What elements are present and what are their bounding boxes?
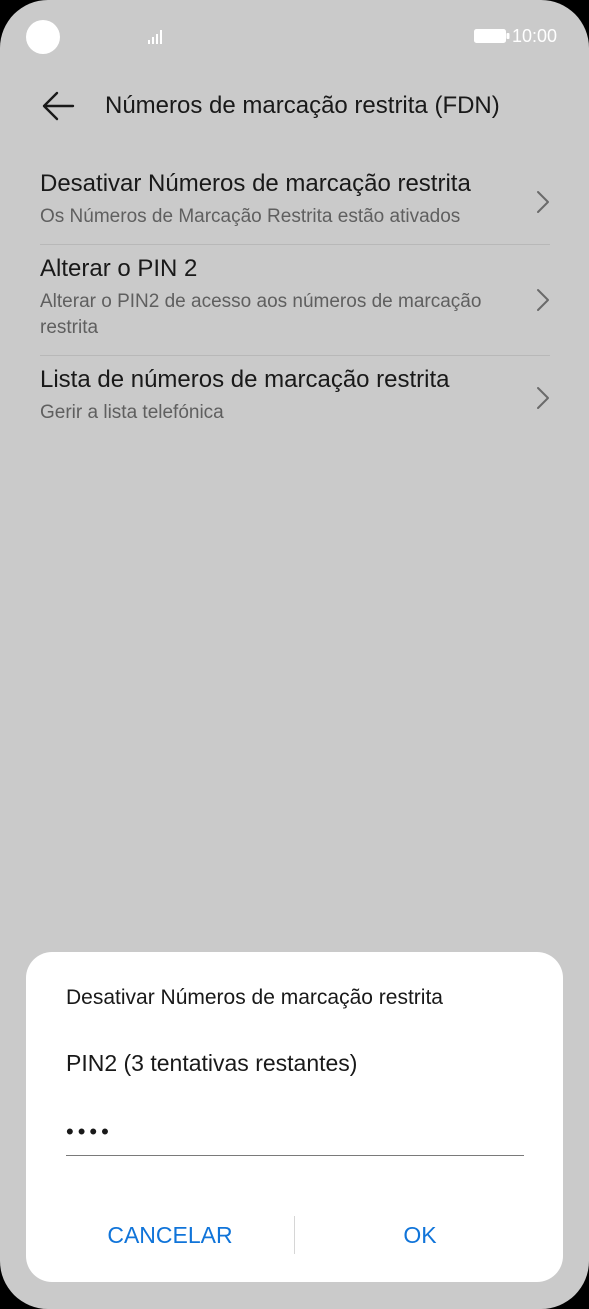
signal-icon bbox=[148, 30, 162, 44]
list-item-subtitle: Alterar o PIN2 de acesso aos números de … bbox=[40, 291, 482, 338]
arrow-left-icon bbox=[42, 91, 75, 121]
pin2-dialog: Desativar Números de marcação restrita P… bbox=[26, 952, 563, 1282]
pin2-label: PIN2 (3 tentativas restantes) bbox=[66, 1050, 358, 1076]
dialog-actions: CANCELAR OK bbox=[26, 1208, 563, 1262]
battery-icon bbox=[474, 29, 510, 43]
list-item-title: Lista de números de marcação restrita bbox=[40, 366, 450, 393]
chevron-right-icon bbox=[537, 387, 549, 409]
dialog-title: Desativar Números de marcação restrita bbox=[66, 986, 443, 1009]
list-item-title: Alterar o PIN 2 bbox=[40, 255, 198, 282]
settings-list: Desativar Números de marcação restrita O… bbox=[40, 160, 550, 440]
phone-screen: 10:00 Números de marcação restrita (FDN)… bbox=[0, 0, 589, 1309]
status-time: 10:00 bbox=[512, 26, 558, 46]
list-item-disable-fdn[interactable]: Desativar Números de marcação restrita O… bbox=[40, 160, 550, 245]
back-button[interactable] bbox=[36, 86, 80, 126]
list-item-subtitle: Os Números de Marcação Restrita estão at… bbox=[40, 206, 461, 227]
chevron-right-icon bbox=[537, 289, 549, 311]
list-item-title: Desativar Números de marcação restrita bbox=[40, 170, 471, 197]
list-item-change-pin2[interactable]: Alterar o PIN 2 Alterar o PIN2 de acesso… bbox=[40, 245, 550, 356]
list-item-fdn-list[interactable]: Lista de números de marcação restrita Ge… bbox=[40, 356, 550, 440]
ok-button[interactable]: OK bbox=[300, 1208, 540, 1262]
chevron-right-icon bbox=[537, 191, 549, 213]
cancel-button[interactable]: CANCELAR bbox=[50, 1208, 290, 1262]
action-divider bbox=[294, 1216, 295, 1254]
pin2-input[interactable] bbox=[66, 1112, 524, 1156]
status-bar: 10:00 bbox=[0, 0, 589, 74]
camera-cutout bbox=[26, 20, 60, 54]
header: Números de marcação restrita (FDN) bbox=[0, 74, 589, 138]
page-title: Números de marcação restrita (FDN) bbox=[105, 92, 500, 119]
list-item-subtitle: Gerir a lista telefónica bbox=[40, 402, 224, 423]
